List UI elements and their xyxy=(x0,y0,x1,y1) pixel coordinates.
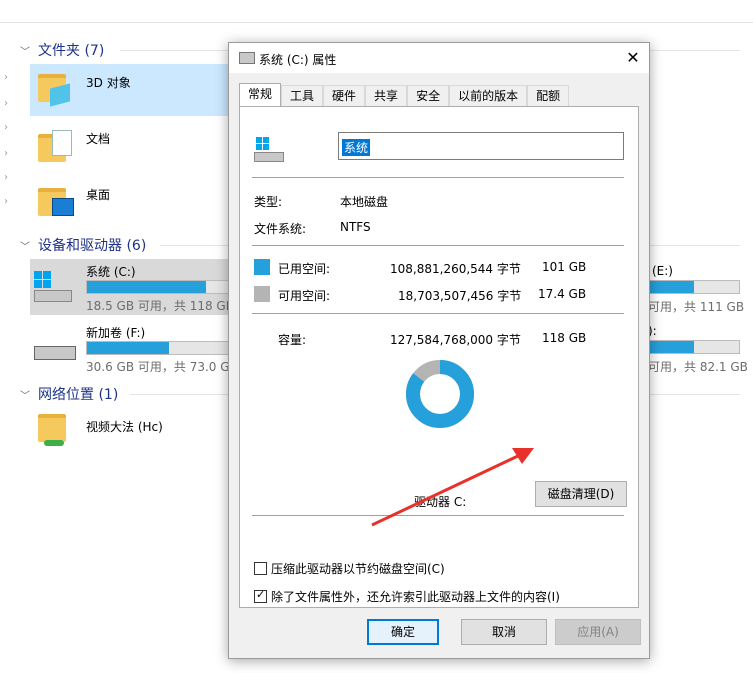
annotation-arrow xyxy=(371,448,534,527)
arrow-shaft xyxy=(371,453,521,527)
